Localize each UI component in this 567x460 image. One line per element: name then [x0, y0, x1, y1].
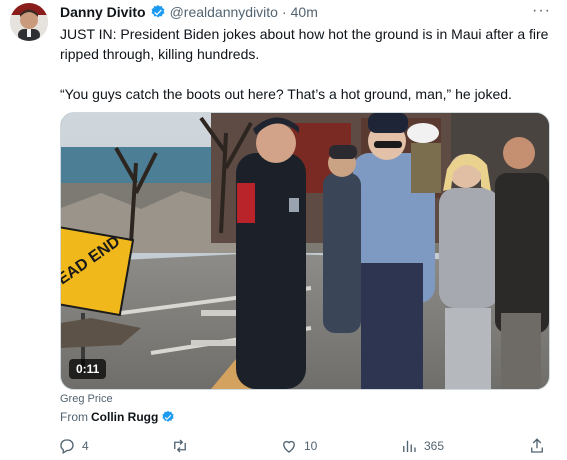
reply-icon [60, 439, 74, 454]
from-user-link[interactable]: Collin Rugg [91, 410, 158, 424]
views-chart-icon [403, 440, 416, 452]
avatar[interactable] [10, 3, 48, 41]
tweet-paragraph: JUST IN: President Biden jokes about how… [60, 26, 549, 62]
video-credit: Greg Price [60, 393, 113, 405]
verified-badge-icon [162, 410, 174, 422]
tweet-header: Danny Divito @realdannydivito · 40m [60, 2, 318, 22]
verified-badge-icon [151, 5, 164, 18]
views-button[interactable]: 365 [400, 437, 444, 455]
retweet-icon [174, 439, 186, 453]
avatar-image [10, 3, 48, 41]
display-name[interactable]: Danny Divito [60, 4, 146, 20]
separator-dot: · [281, 4, 287, 20]
tweet-text: JUST IN: President Biden jokes about how… [60, 24, 550, 104]
timestamp[interactable]: 40m [291, 4, 318, 20]
video-thumbnail: DEAD END [61, 113, 549, 389]
more-options-icon[interactable]: ··· [532, 2, 551, 20]
retweet-button[interactable] [171, 437, 195, 455]
from-attribution: From Collin Rugg [60, 410, 179, 424]
from-label: From [60, 410, 88, 424]
views-count: 365 [424, 439, 445, 453]
tweet-paragraph: “You guys catch the boots out here? That… [60, 86, 512, 102]
handle[interactable]: @realdannydivito [170, 4, 278, 20]
officer-figure [236, 117, 306, 389]
heart-icon [283, 440, 295, 453]
man-right-figure [495, 137, 549, 389]
share-icon [531, 438, 543, 453]
woman-figure [439, 153, 499, 389]
video-player[interactable]: DEAD END 0:11 [60, 112, 550, 390]
reply-count: 4 [82, 439, 89, 453]
video-duration-badge: 0:11 [69, 359, 107, 379]
like-count: 10 [304, 439, 318, 453]
reply-button[interactable]: 4 [58, 437, 89, 455]
share-button[interactable] [528, 437, 552, 455]
tweet-actions: 4 10 365 [58, 437, 548, 457]
like-button[interactable]: 10 [280, 437, 317, 455]
helmet-figure [407, 123, 441, 193]
